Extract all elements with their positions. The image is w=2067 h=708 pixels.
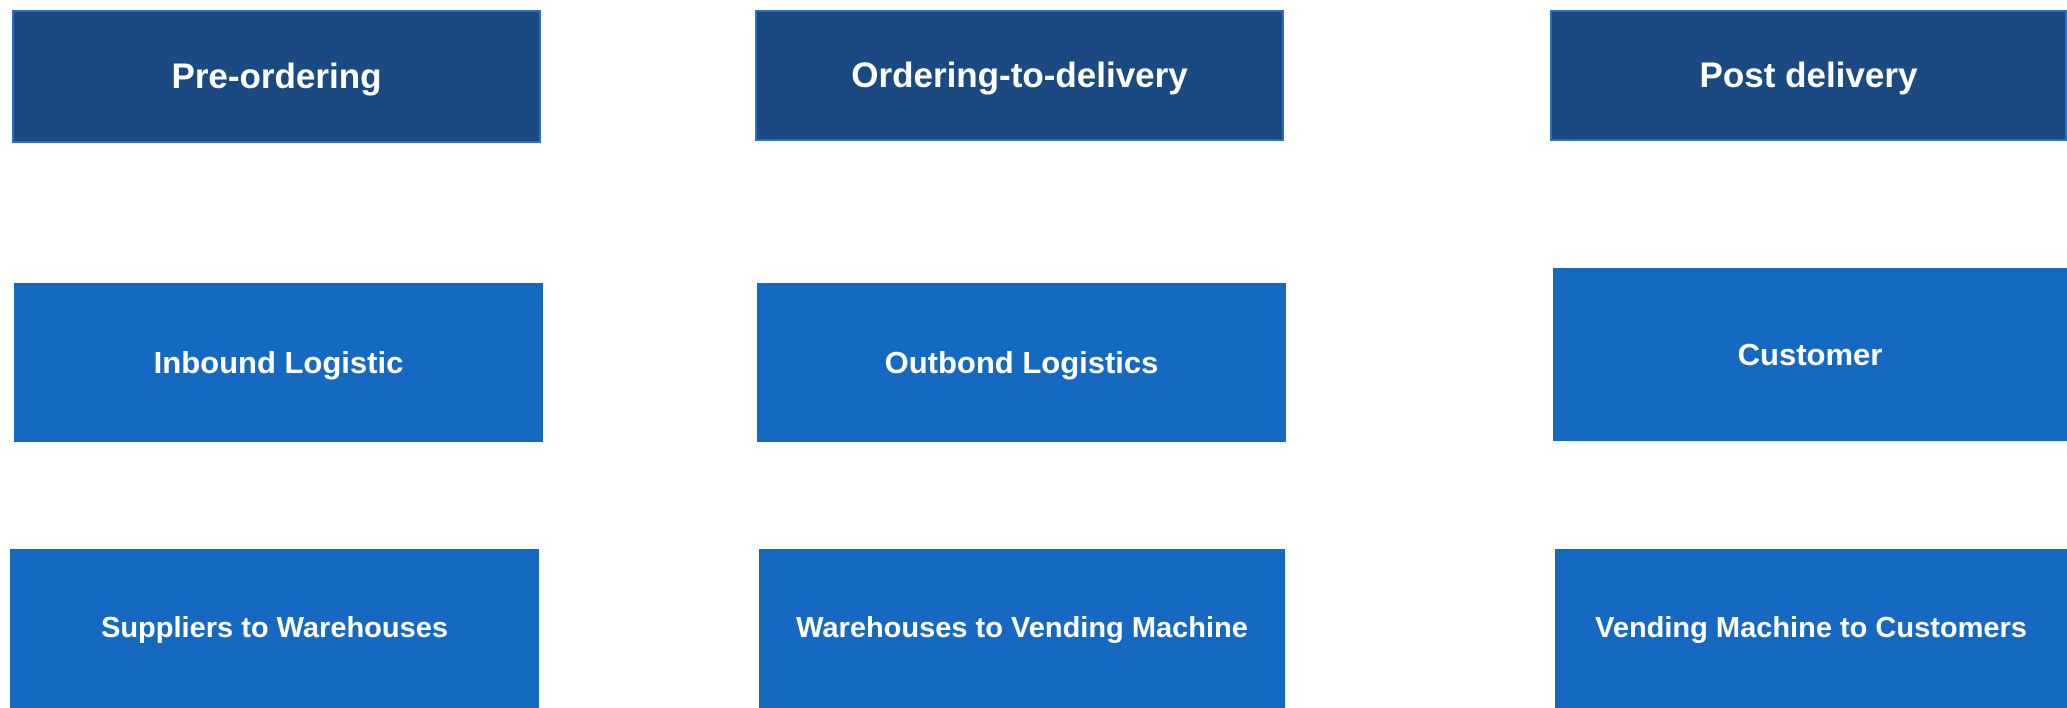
flow-vending-machine-to-customers: Vending Machine to Customers — [1555, 549, 2067, 708]
flow-warehouses-to-vending-machine: Warehouses to Vending Machine — [759, 549, 1285, 708]
header-label: Ordering-to-delivery — [851, 55, 1188, 95]
category-customer: Customer — [1553, 268, 2067, 441]
flow-label: Warehouses to Vending Machine — [796, 612, 1248, 644]
header-pre-ordering: Pre-ordering — [12, 10, 541, 143]
header-label: Pre-ordering — [171, 56, 382, 96]
category-label: Outbond Logistics — [884, 344, 1159, 380]
flow-label: Vending Machine to Customers — [1595, 612, 2027, 644]
flow-label: Suppliers to Warehouses — [101, 612, 448, 644]
header-ordering-to-delivery: Ordering-to-delivery — [755, 10, 1284, 141]
category-outbond-logistics: Outbond Logistics — [757, 283, 1286, 442]
category-inbound-logistic: Inbound Logistic — [14, 283, 543, 442]
flow-suppliers-to-warehouses: Suppliers to Warehouses — [10, 549, 539, 708]
category-label: Inbound Logistic — [153, 344, 404, 380]
category-label: Customer — [1737, 336, 1883, 372]
header-label: Post delivery — [1699, 55, 1918, 95]
diagram-canvas: Pre-ordering Inbound Logistic Suppliers … — [0, 0, 2067, 708]
header-post-delivery: Post delivery — [1550, 10, 2067, 141]
